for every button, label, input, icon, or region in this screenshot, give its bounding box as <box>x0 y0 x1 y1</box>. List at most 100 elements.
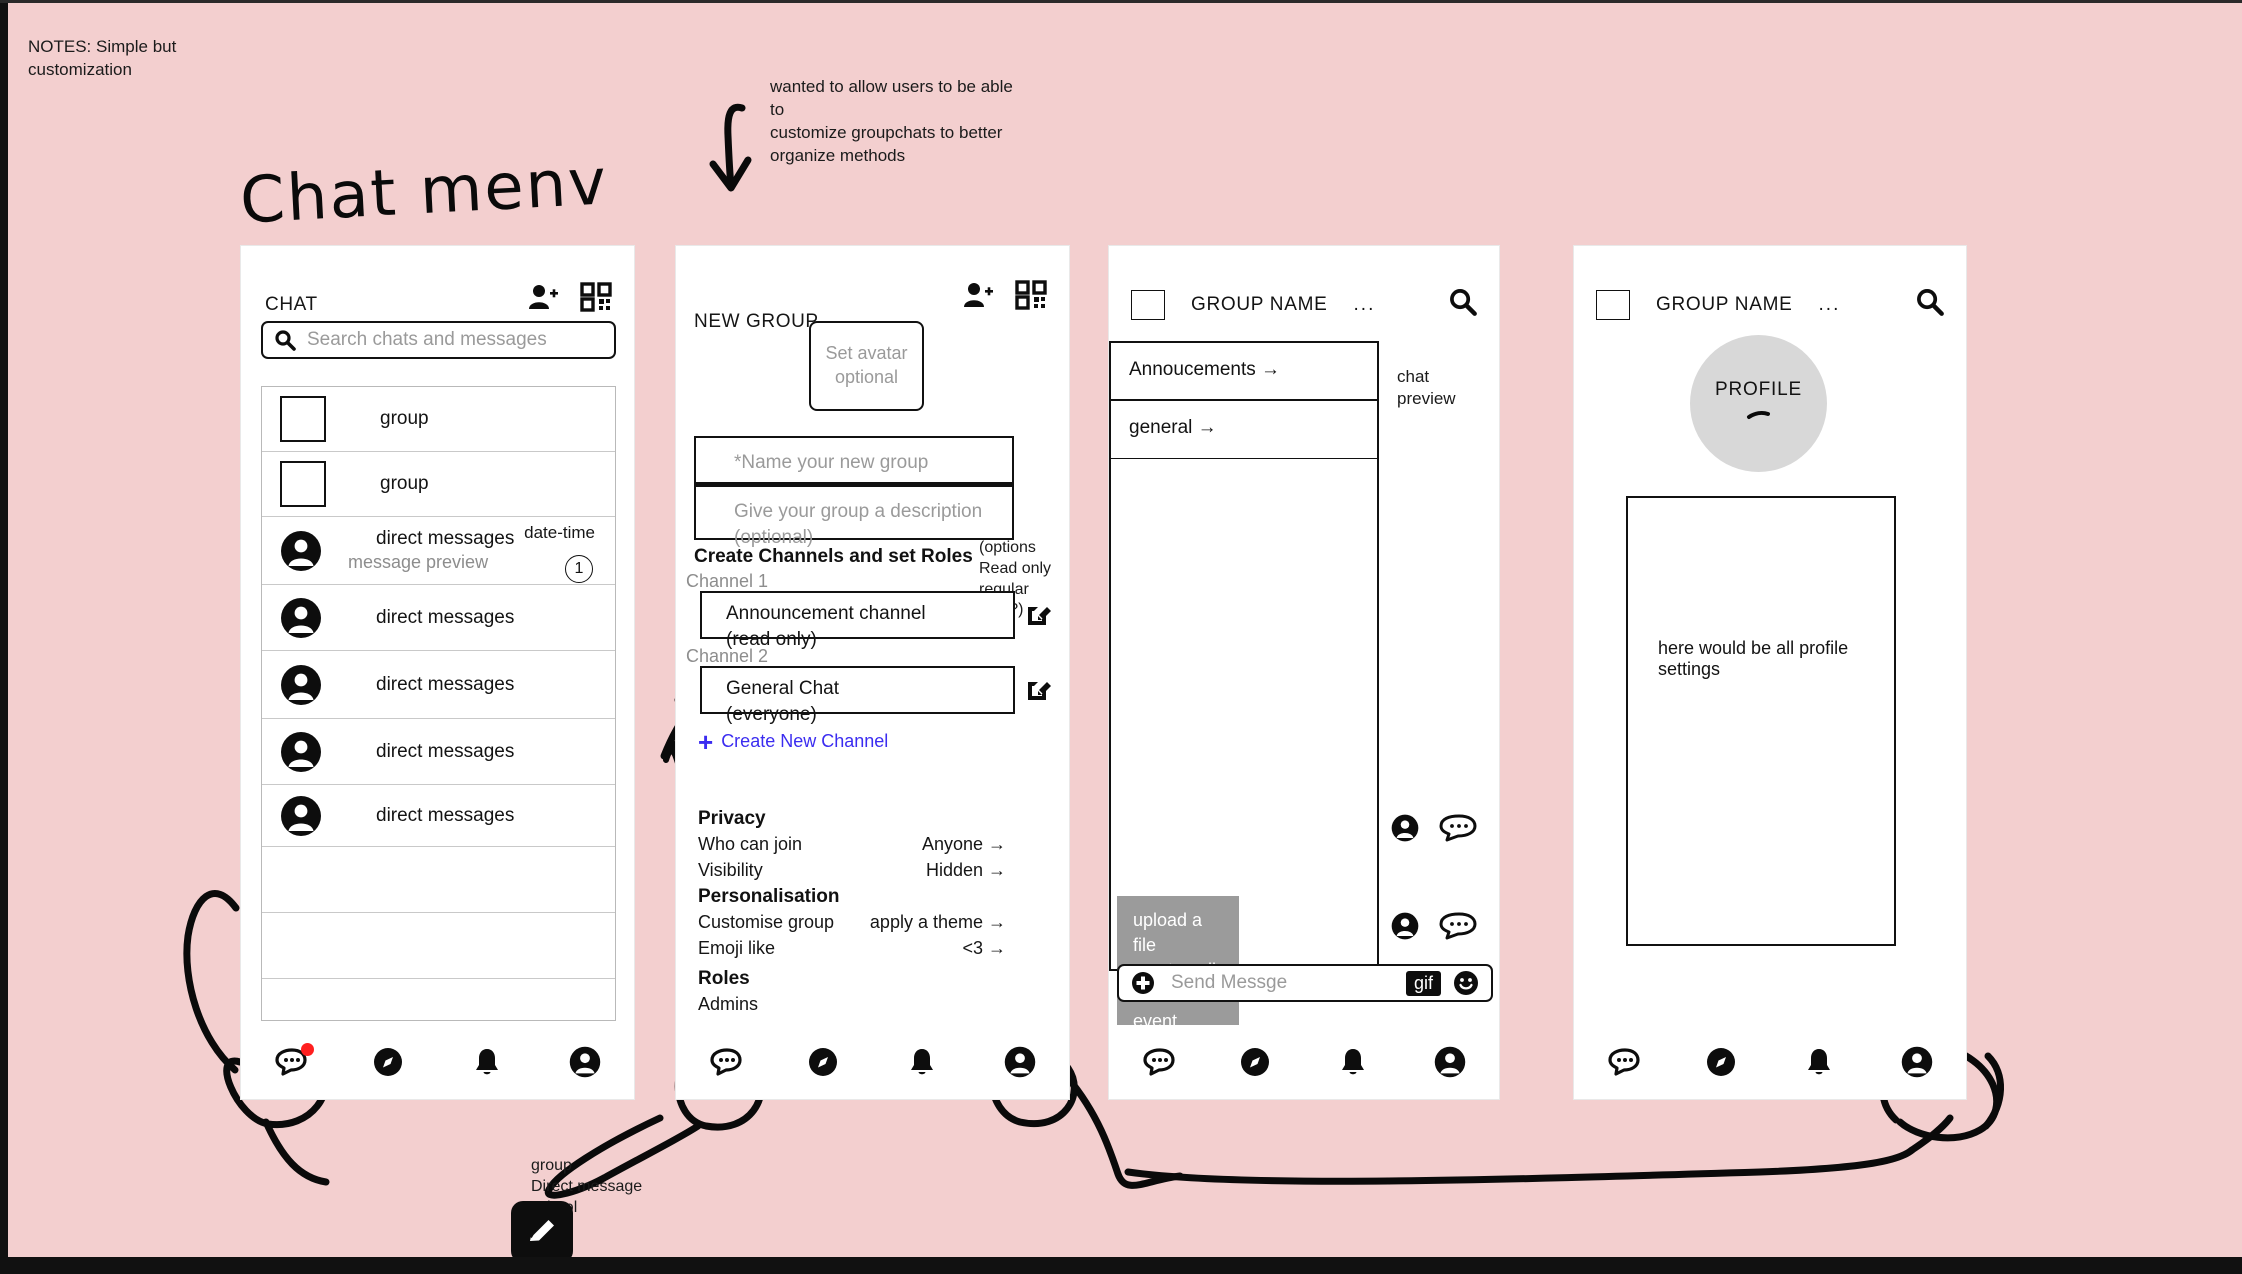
channel-1-input[interactable]: Announcement channel (read only) <box>700 591 1015 650</box>
role-label: Admins <box>698 994 759 1014</box>
page-title-handwritten: Chat menv <box>238 145 610 239</box>
avatar <box>280 530 322 572</box>
channel-item-general[interactable]: general → <box>1111 401 1377 459</box>
setting-key: Customise group <box>698 912 835 932</box>
list-item[interactable]: direct messages <box>262 651 615 719</box>
setting-row-customise-group[interactable]: Customise group apply a theme → <box>698 912 1006 933</box>
nav-item-chat[interactable] <box>1128 1037 1188 1087</box>
profile-avatar[interactable]: PROFILE <box>1690 335 1827 472</box>
group-name-input[interactable]: *Name your new group <box>694 436 1014 484</box>
message-composer[interactable]: Send Messge gif <box>1117 964 1493 1002</box>
panel-group-chat: GROUP NAME ... Annoucements → general → … <box>1108 245 1500 1100</box>
list-item[interactable] <box>262 847 615 913</box>
list-item[interactable]: group <box>262 452 615 517</box>
setting-row-who-can-join[interactable]: Who can join Anyone → <box>698 834 1006 855</box>
profile-scribble-icon <box>1746 411 1770 419</box>
message-item[interactable] <box>1391 814 1477 842</box>
nav-item-chat[interactable] <box>260 1037 320 1087</box>
set-avatar-button[interactable]: Set avatar optional <box>809 321 924 411</box>
nav-item-notifications[interactable] <box>1323 1037 1383 1087</box>
channel-2-label: Channel 2 <box>686 646 769 666</box>
nav-item-profile[interactable] <box>1887 1037 1947 1087</box>
nav-item-notifications[interactable] <box>892 1037 952 1087</box>
bottom-nav <box>241 1025 634 1099</box>
edit-pencil-icon[interactable] <box>1026 601 1052 627</box>
list-item[interactable] <box>262 913 615 979</box>
setting-key: Emoji like <box>698 938 776 958</box>
panel-chat: CHAT Search chats and messages group gro… <box>240 245 642 1263</box>
list-item[interactable]: direct messages <box>262 719 615 785</box>
create-new-channel-label: Create New Channel <box>721 731 889 751</box>
panel-chat-top-icons <box>528 282 612 312</box>
role-row-admins[interactable]: Admins <box>698 994 898 1015</box>
qr-code-icon[interactable] <box>580 282 612 312</box>
channel-1-label: Channel 1 <box>686 571 769 591</box>
nav-item-chat[interactable] <box>695 1037 755 1087</box>
add-person-icon[interactable] <box>528 284 558 310</box>
nav-item-notifications[interactable] <box>1789 1037 1849 1087</box>
search-icon[interactable] <box>1449 288 1477 316</box>
list-item-label: direct messages <box>376 528 515 549</box>
chat-preview-annotation: chat preview <box>1397 367 1456 409</box>
list-item[interactable]: group <box>262 387 615 452</box>
nav-item-profile[interactable] <box>555 1037 615 1087</box>
nav-item-explore[interactable] <box>358 1037 418 1087</box>
nav-item-explore[interactable] <box>1691 1037 1751 1087</box>
nav-item-explore[interactable] <box>1225 1037 1285 1087</box>
nav-item-explore[interactable] <box>793 1037 853 1087</box>
edit-pencil-icon[interactable] <box>1026 676 1052 702</box>
setting-value: Hidden → <box>925 860 1006 880</box>
bottom-nav <box>676 1025 1069 1099</box>
person-icon <box>1391 912 1419 940</box>
group-name: GROUP NAME <box>1191 294 1328 315</box>
timestamp: date-time <box>524 523 595 542</box>
gif-button[interactable]: gif <box>1405 970 1441 996</box>
list-item[interactable]: direct messages message preview date-tim… <box>262 517 615 585</box>
overflow-menu-button[interactable]: ... <box>1354 294 1376 316</box>
nav-item-profile[interactable] <box>990 1037 1050 1087</box>
groupchat-annotation: wanted to allow users to be able to cust… <box>770 77 1013 165</box>
bottom-nav <box>1109 1025 1499 1099</box>
mockup-canvas: NOTES: Simple but customization Chat men… <box>0 0 2242 1274</box>
list-item[interactable]: direct messages <box>262 585 615 651</box>
search-placeholder: Search chats and messages <box>307 329 547 350</box>
search-icon <box>275 330 296 351</box>
list-item-label: direct messages <box>376 804 515 826</box>
plus-circle-icon[interactable] <box>1131 971 1155 995</box>
nav-item-profile[interactable] <box>1420 1037 1480 1087</box>
list-item-label: direct messages <box>376 606 515 628</box>
list-item-label: group <box>380 408 429 429</box>
canvas-top-edge <box>0 0 2242 3</box>
qr-code-icon[interactable] <box>1015 280 1047 310</box>
avatar <box>280 664 322 706</box>
list-item-preview: message preview <box>348 552 489 572</box>
compose-button[interactable] <box>511 1201 573 1263</box>
group-avatar[interactable] <box>1131 290 1165 320</box>
profile-settings-text: here would be all profile settings <box>1658 638 1849 679</box>
avatar <box>280 731 322 773</box>
panel-new-group-top-icons <box>963 280 1047 310</box>
channel-2-input[interactable]: General Chat (everyone) <box>700 666 1015 725</box>
panel-new-group: NEW GROUP Set avatar optional *Name your… <box>675 245 1070 1100</box>
setting-value: apply a theme → <box>869 912 1006 932</box>
message-item[interactable] <box>1391 912 1477 940</box>
list-item[interactable]: direct messages <box>262 785 615 847</box>
smiley-icon[interactable] <box>1453 970 1479 996</box>
channel-item-announcements[interactable]: Annoucements → <box>1111 343 1377 401</box>
group-description-input[interactable]: Give your group a description (optional) <box>694 484 1014 548</box>
nav-item-chat[interactable] <box>1593 1037 1653 1087</box>
search-icon[interactable] <box>1916 288 1944 316</box>
search-input[interactable]: Search chats and messages <box>261 321 616 359</box>
create-new-channel-button[interactable]: + Create New Channel <box>698 729 889 755</box>
nav-item-notifications[interactable] <box>457 1037 517 1087</box>
overflow-menu-button[interactable]: ... <box>1819 294 1841 316</box>
person-icon <box>1391 814 1419 842</box>
setting-row-emoji-like[interactable]: Emoji like <3 → <box>698 938 1006 959</box>
setting-row-visibility[interactable]: Visibility Hidden → <box>698 860 1006 881</box>
group-avatar[interactable] <box>1596 290 1630 320</box>
nav-unread-dot <box>301 1043 315 1056</box>
group-name: GROUP NAME <box>1656 294 1793 315</box>
add-person-icon[interactable] <box>963 282 993 308</box>
avatar <box>280 461 326 507</box>
chat-list: group group direct messages message prev… <box>261 386 616 1021</box>
